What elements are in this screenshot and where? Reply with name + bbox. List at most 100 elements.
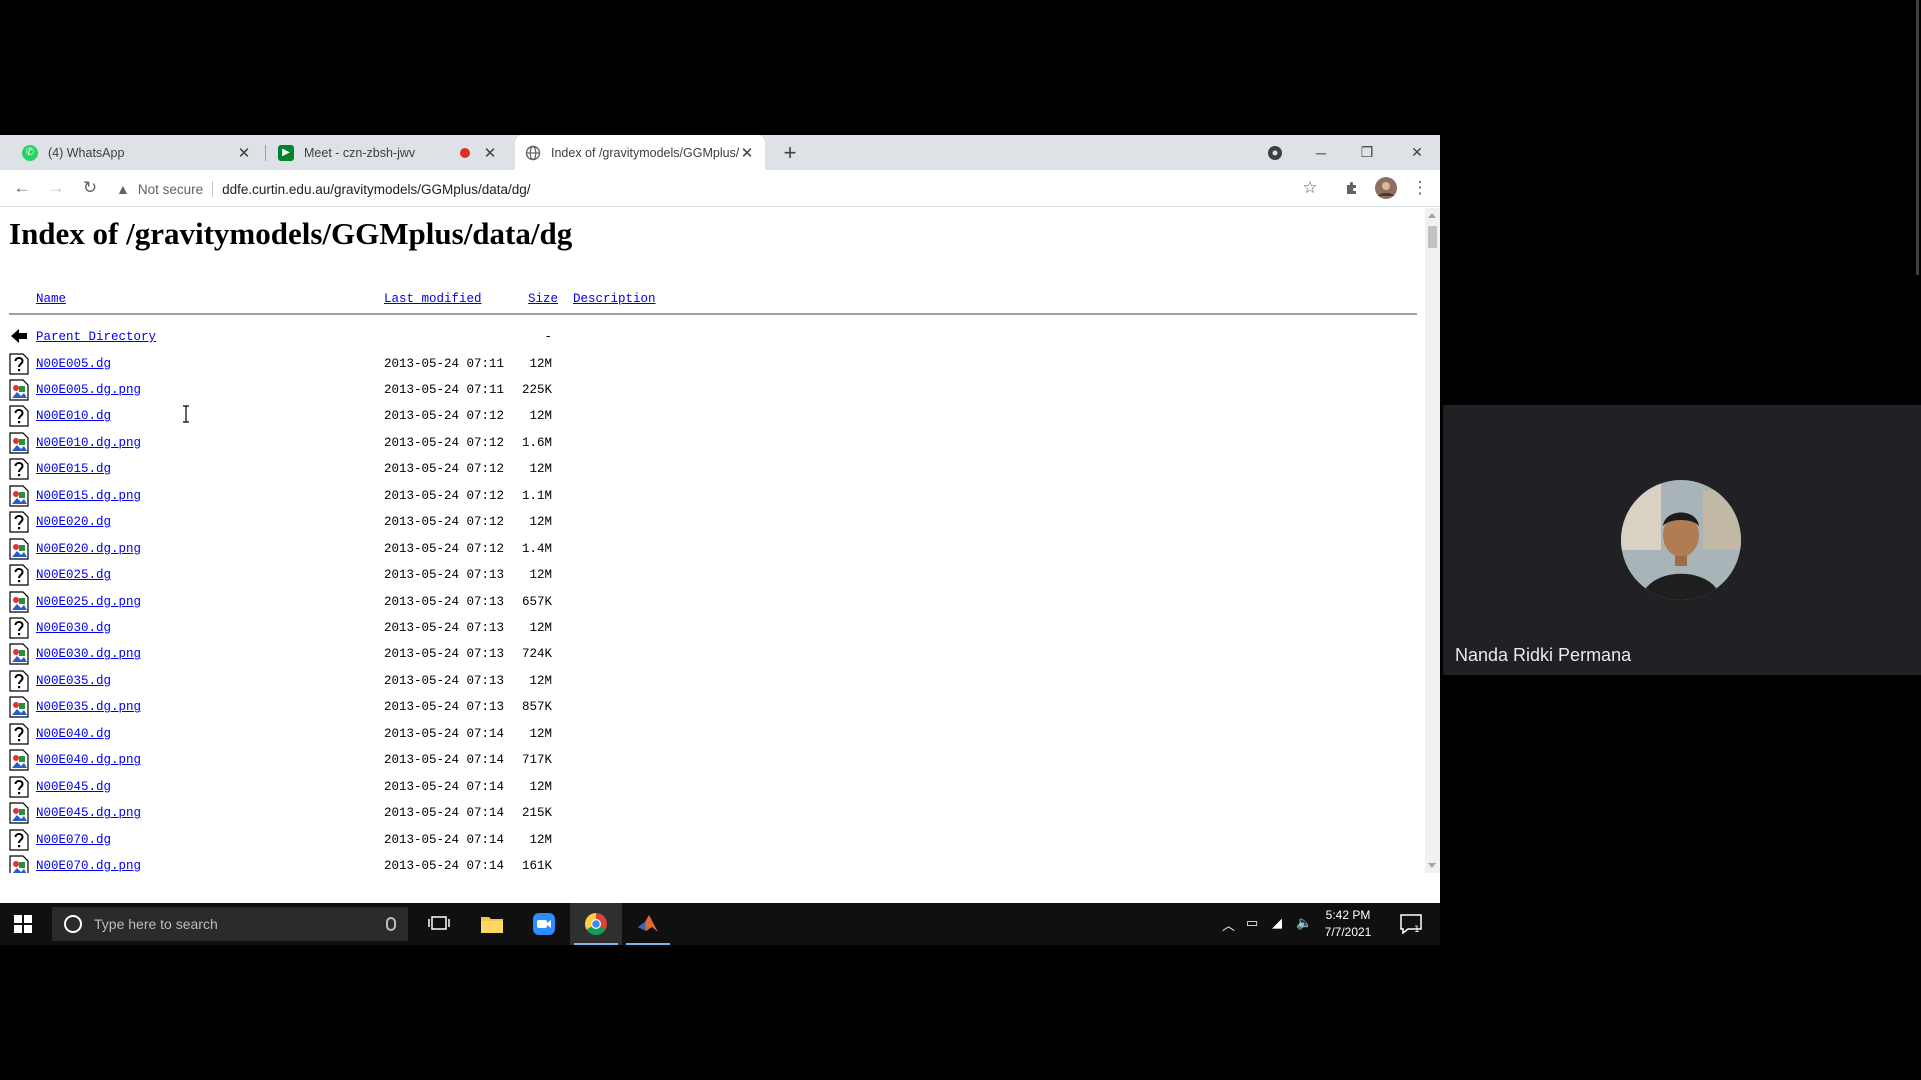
svg-text:1: 1 (1414, 925, 1420, 934)
volume-icon[interactable]: 🔈 (1296, 915, 1312, 931)
participant-tile[interactable]: Nanda Ridki Permana (1443, 405, 1921, 675)
tab-title: Index of /gravitymodels/GGMplus/data/dg (551, 145, 739, 160)
unknown-file-icon (9, 511, 29, 533)
close-tab-icon[interactable]: ✕ (482, 145, 498, 162)
wifi-icon[interactable]: ◢ (1272, 915, 1282, 931)
participant-name: Nanda Ridki Permana (1455, 645, 1632, 665)
browser-menu-icon[interactable]: ⋮ (1408, 176, 1432, 200)
file-last-modified: 2013-05-24 07:14 (384, 806, 505, 821)
restore-button[interactable]: ❐ (1344, 135, 1390, 170)
file-size: 12M (529, 356, 552, 371)
tab-title: Meet - czn-zbsh-jwv (304, 145, 416, 160)
file-link[interactable]: N00E020.dg (36, 515, 111, 529)
action-center-icon[interactable]: 1 (1388, 903, 1434, 945)
file-size: 161K (521, 859, 552, 873)
address-divider (212, 181, 214, 197)
bookmark-star-icon[interactable]: ☆ (1298, 176, 1322, 200)
back-button[interactable]: ← (10, 176, 34, 200)
file-link[interactable]: N00E030.dg.png (36, 647, 141, 661)
extensions-puzzle-icon[interactable] (1340, 176, 1364, 200)
file-link[interactable]: N00E010.dg (36, 409, 111, 423)
scroll-up-arrow[interactable] (1428, 213, 1436, 218)
file-last-modified: 2013-05-24 07:12 (384, 409, 505, 424)
taskbar-search-box[interactable]: Type here to search (52, 907, 408, 941)
unknown-file-icon (9, 828, 29, 851)
tab-strip: ✆ (4) WhatsApp ✕ ▶ Meet - czn-zbsh-jwv ✕… (0, 135, 1440, 170)
microphone-icon[interactable] (386, 917, 396, 931)
page-title: Index of /gravitymodels/GGMplus/data/dg (9, 216, 573, 251)
file-link[interactable]: N00E010.dg.png (36, 436, 141, 450)
file-link[interactable]: N00E040.dg (36, 727, 111, 741)
tab-index-of-dg[interactable]: Index of /gravitymodels/GGMplus/data/dg … (515, 135, 765, 170)
file-link[interactable]: N00E040.dg.png (36, 753, 141, 767)
url-text[interactable]: ddfe.curtin.edu.au/gravitymodels/GGMplus… (222, 182, 530, 197)
security-status[interactable]: Not secure (138, 182, 203, 197)
windows-start-icon[interactable] (14, 915, 32, 933)
task-view-icon[interactable] (413, 903, 465, 945)
file-link[interactable]: N00E035.dg (36, 674, 111, 688)
file-link[interactable]: N00E005.dg (36, 357, 111, 371)
minimize-button[interactable]: ─ (1298, 135, 1344, 170)
file-link[interactable]: N00E015.dg (36, 462, 111, 476)
file-row: N00E035.dg.png 2013-05-24 07:13 857K (0, 694, 1000, 720)
file-link[interactable]: N00E025.dg.png (36, 595, 141, 609)
parent-directory-link[interactable]: Parent Directory (36, 330, 156, 344)
unknown-file-icon (9, 670, 29, 692)
file-link[interactable]: N00E045.dg (36, 780, 111, 794)
page-scrollbar[interactable] (1425, 208, 1440, 873)
panel-scrollbar[interactable] (1916, 0, 1919, 275)
chrome-icon[interactable] (570, 903, 622, 945)
file-last-modified: 2013-05-24 07:14 (384, 753, 505, 768)
column-header-last-modified[interactable]: Last modified (384, 292, 482, 306)
scrollbar-thumb[interactable] (1428, 226, 1437, 248)
address-bar[interactable]: ▲ Not secure ddfe.curtin.edu.au/gravitym… (116, 175, 1316, 203)
tab-meet[interactable]: ▶ Meet - czn-zbsh-jwv ✕ (268, 135, 508, 170)
file-row: N00E040.dg.png 2013-05-24 07:14 717K (0, 747, 1000, 773)
reload-button[interactable]: ↻ (78, 176, 102, 200)
file-explorer-icon[interactable] (466, 903, 518, 945)
column-header-description[interactable]: Description (573, 292, 656, 306)
file-link[interactable]: N00E070.dg (36, 833, 111, 847)
clock-time: 5:42 PM (1325, 908, 1371, 922)
close-tab-icon[interactable]: ✕ (236, 145, 252, 162)
file-link[interactable]: N00E025.dg (36, 568, 111, 582)
file-row: N00E025.dg 2013-05-24 07:13 12M (0, 562, 1000, 588)
file-link[interactable]: N00E015.dg.png (36, 489, 141, 503)
file-last-modified: 2013-05-24 07:12 (384, 488, 505, 503)
globe-icon (525, 145, 541, 161)
file-link[interactable]: N00E030.dg (36, 621, 111, 635)
file-size: 1.4M (521, 541, 552, 556)
scroll-down-arrow[interactable] (1428, 863, 1436, 868)
zoom-icon[interactable] (518, 903, 570, 945)
close-window-button[interactable]: ✕ (1394, 135, 1440, 170)
new-tab-button[interactable]: + (778, 140, 802, 165)
forward-button[interactable]: → (44, 176, 68, 200)
participant-avatar (1621, 480, 1741, 600)
file-link[interactable]: N00E035.dg.png (36, 700, 141, 714)
file-link[interactable]: N00E045.dg.png (36, 806, 141, 820)
tab-whatsapp[interactable]: ✆ (4) WhatsApp ✕ (12, 135, 262, 170)
file-size: 12M (529, 673, 552, 688)
matlab-icon[interactable] (622, 903, 674, 945)
file-link[interactable]: N00E070.dg.png (36, 859, 141, 873)
file-last-modified: 2013-05-24 07:14 (384, 726, 505, 741)
parent-size: - (544, 330, 552, 344)
close-tab-icon[interactable]: ✕ (739, 145, 755, 162)
profile-avatar[interactable] (1374, 176, 1398, 200)
column-header-size[interactable]: Size (528, 292, 558, 306)
taskbar-clock[interactable]: 5:42 PM 7/7/2021 (1318, 907, 1378, 941)
file-row: N00E010.dg 2013-05-24 07:12 12M (0, 403, 1000, 429)
file-last-modified: 2013-05-24 07:14 (384, 779, 505, 794)
shared-screen: ✆ (4) WhatsApp ✕ ▶ Meet - czn-zbsh-jwv ✕… (0, 135, 1440, 945)
file-row: N00E035.dg 2013-05-24 07:13 12M (0, 668, 1000, 694)
file-last-modified: 2013-05-24 07:12 (384, 462, 505, 477)
file-size: 225K (521, 382, 552, 397)
column-header-name[interactable]: Name (36, 292, 66, 306)
file-last-modified: 2013-05-24 07:13 (384, 647, 505, 662)
show-hidden-icons-chevron-icon[interactable]: ︿ (1222, 915, 1235, 934)
battery-icon[interactable]: ▭ (1246, 915, 1258, 931)
media-control-icon[interactable] (1252, 135, 1298, 170)
warning-icon: ▲ (116, 181, 130, 197)
file-link[interactable]: N00E020.dg.png (36, 542, 141, 556)
file-link[interactable]: N00E005.dg.png (36, 383, 141, 397)
